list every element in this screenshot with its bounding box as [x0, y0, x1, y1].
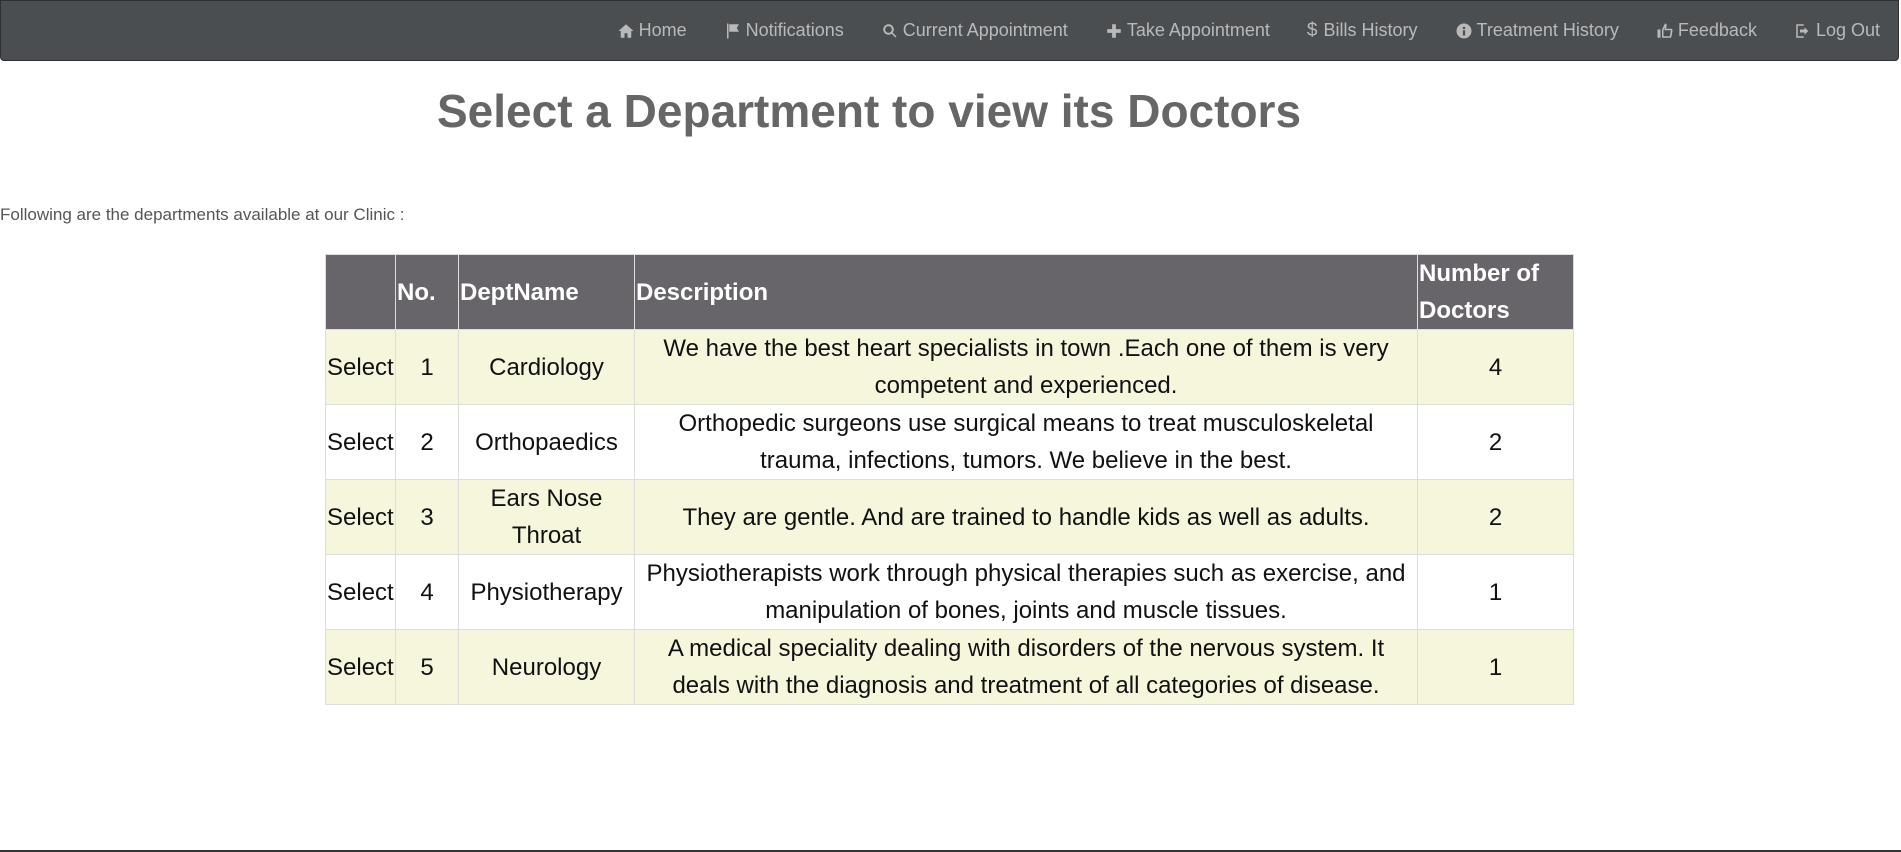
select-link[interactable]: Select — [325, 404, 396, 480]
dept-name: Orthopaedics — [458, 404, 635, 480]
nav-log-out-label: Log Out — [1815, 20, 1880, 40]
header-select — [325, 254, 396, 330]
home-icon — [618, 23, 634, 38]
nav-treatment-history-label: Treatment History — [1476, 20, 1619, 40]
dept-no: 3 — [395, 479, 459, 555]
nav-menu: Home Notifications Current Appointment T… — [580, 1, 1880, 60]
header-no: No. — [395, 254, 459, 330]
table-row: Select 5 Neurology A medical speciality … — [325, 629, 1574, 705]
log-out-icon — [1796, 23, 1809, 38]
info-icon — [1456, 23, 1472, 38]
dept-doctor-count: 4 — [1417, 329, 1574, 405]
flag-icon — [726, 23, 739, 38]
dollar-icon: $ — [1306, 19, 1318, 41]
dept-no: 5 — [395, 629, 459, 705]
top-navbar: Home Notifications Current Appointment T… — [0, 0, 1899, 61]
thumbs-up-icon — [1657, 23, 1673, 38]
header-dept-name: DeptName — [458, 254, 635, 330]
intro-text: Following are the departments available … — [0, 205, 405, 224]
nav-home-label: Home — [638, 20, 687, 40]
table-header-row: No. DeptName Description Number of Docto… — [325, 254, 1574, 330]
table-row: Select 4 Physiotherapy Physiotherapists … — [325, 554, 1574, 630]
header-number-of-doctors: Number of Doctors — [1417, 254, 1574, 330]
nav-notifications[interactable]: Notifications — [724, 20, 844, 41]
dept-description: Physiotherapists work through physical t… — [634, 554, 1418, 630]
dept-doctor-count: 1 — [1417, 554, 1574, 630]
header-description: Description — [634, 254, 1418, 330]
nav-current-appointment[interactable]: Current Appointment — [881, 20, 1068, 41]
table-row: Select 3 Ears Nose Throat They are gentl… — [325, 479, 1574, 555]
dept-description: Orthopedic surgeons use surgical means t… — [634, 404, 1418, 480]
nav-take-appointment[interactable]: Take Appointment — [1105, 20, 1270, 41]
dept-name: Neurology — [458, 629, 635, 705]
table-row: Select 2 Orthopaedics Orthopedic surgeon… — [325, 404, 1574, 480]
dept-no: 1 — [395, 329, 459, 405]
nav-treatment-history[interactable]: Treatment History — [1455, 20, 1619, 41]
dept-name: Cardiology — [458, 329, 635, 405]
nav-home[interactable]: Home — [617, 20, 687, 41]
table-row: Select 1 Cardiology We have the best hea… — [325, 329, 1574, 405]
select-link[interactable]: Select — [325, 629, 396, 705]
dept-description: We have the best heart specialists in to… — [634, 329, 1418, 405]
page-title: Select a Department to view its Doctors — [437, 85, 1302, 137]
nav-bills-history-label: Bills History — [1323, 20, 1418, 40]
dept-no: 4 — [395, 554, 459, 630]
nav-current-appointment-label: Current Appointment — [902, 20, 1068, 40]
nav-feedback[interactable]: Feedback — [1656, 20, 1757, 41]
dept-doctor-count: 2 — [1417, 479, 1574, 555]
search-icon — [882, 23, 897, 38]
dept-no: 2 — [395, 404, 459, 480]
dept-description: They are gentle. And are trained to hand… — [634, 479, 1418, 555]
nav-feedback-label: Feedback — [1677, 20, 1757, 40]
plus-icon — [1107, 23, 1121, 38]
select-link[interactable]: Select — [325, 479, 396, 555]
dept-name: Ears Nose Throat — [458, 479, 635, 555]
dept-doctor-count: 1 — [1417, 629, 1574, 705]
dept-description: A medical speciality dealing with disord… — [634, 629, 1418, 705]
dept-doctor-count: 2 — [1417, 404, 1574, 480]
nav-log-out[interactable]: Log Out — [1794, 20, 1880, 41]
select-link[interactable]: Select — [325, 329, 396, 405]
departments-table: No. DeptName Description Number of Docto… — [325, 254, 1574, 705]
nav-notifications-label: Notifications — [745, 20, 844, 40]
nav-bills-history[interactable]: $ Bills History — [1307, 20, 1418, 42]
nav-take-appointment-label: Take Appointment — [1126, 20, 1270, 40]
select-link[interactable]: Select — [325, 554, 396, 630]
dept-name: Physiotherapy — [458, 554, 635, 630]
